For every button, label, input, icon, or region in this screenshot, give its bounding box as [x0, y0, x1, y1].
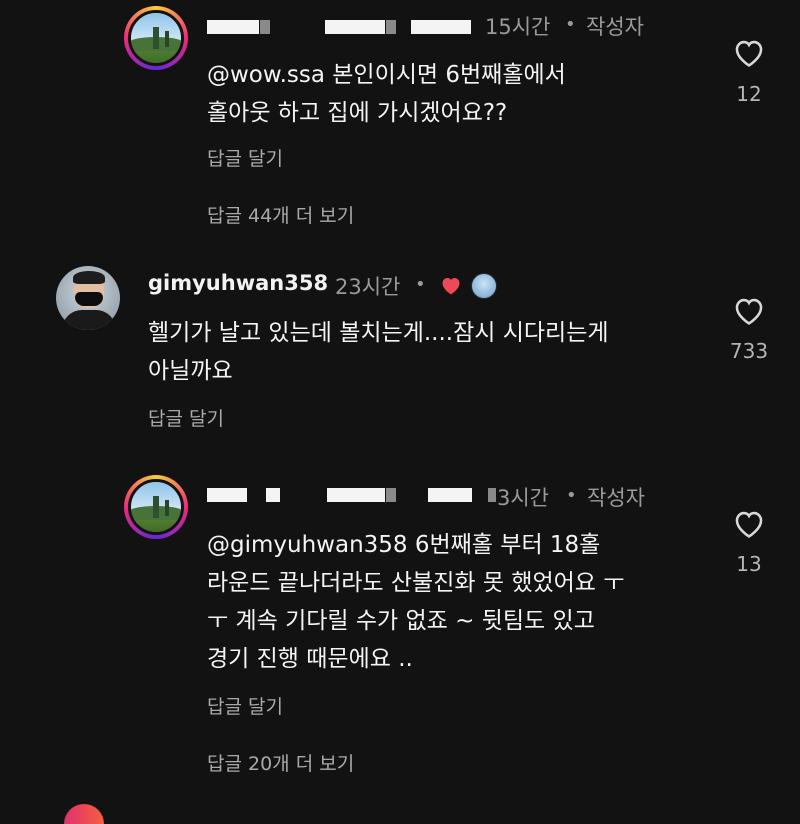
view-replies-button[interactable]: 답글 44개 더 보기: [207, 201, 354, 228]
comment-text: 헬기가 날고 있는데 볼치는게....잠시 시다리는게 아닐까요: [148, 320, 609, 384]
comment-time: 15시간: [485, 15, 551, 39]
like-button[interactable]: [732, 507, 766, 539]
like-count: 12: [736, 82, 762, 106]
comment-text: @gimyuhwan358 6번째홀 부터 18홀 라운드 끝나더라도 산불진화…: [207, 532, 625, 672]
like-button[interactable]: [732, 294, 766, 326]
comment-text: @wow.ssa 본인이시면 6번째홀에서 홀아웃 하고 집에 가시겠어요??: [207, 62, 566, 126]
like-count: 733: [729, 339, 769, 363]
next-comment-avatar[interactable]: [64, 804, 104, 824]
author-badge: 작성자: [587, 486, 645, 510]
like-button[interactable]: [732, 36, 766, 68]
heart-outline-icon: [735, 298, 763, 325]
like-count: 13: [736, 552, 762, 576]
creator-liked-icon: [439, 274, 463, 296]
reply-button[interactable]: 답글 달기: [207, 144, 283, 171]
heart-filled-icon: [442, 278, 460, 295]
comment-time: 3시간: [497, 486, 550, 510]
avatar[interactable]: [56, 266, 120, 330]
author-badge: 작성자: [586, 15, 644, 39]
heart-outline-icon: [735, 511, 763, 538]
heart-outline-icon: [735, 40, 763, 67]
creator-mini-avatar: [471, 273, 497, 299]
comment-username[interactable]: gimyuhwan358: [148, 271, 328, 295]
reply-button[interactable]: 답글 달기: [207, 692, 283, 719]
separator-dot: •: [566, 485, 577, 506]
reply-button[interactable]: 답글 달기: [148, 404, 224, 431]
comment-time: 23시간: [335, 275, 401, 299]
separator-dot: •: [565, 14, 576, 35]
avatar[interactable]: [124, 6, 188, 70]
avatar[interactable]: [124, 475, 188, 539]
separator-dot: •: [415, 274, 426, 295]
view-replies-button[interactable]: 답글 20개 더 보기: [207, 749, 354, 776]
